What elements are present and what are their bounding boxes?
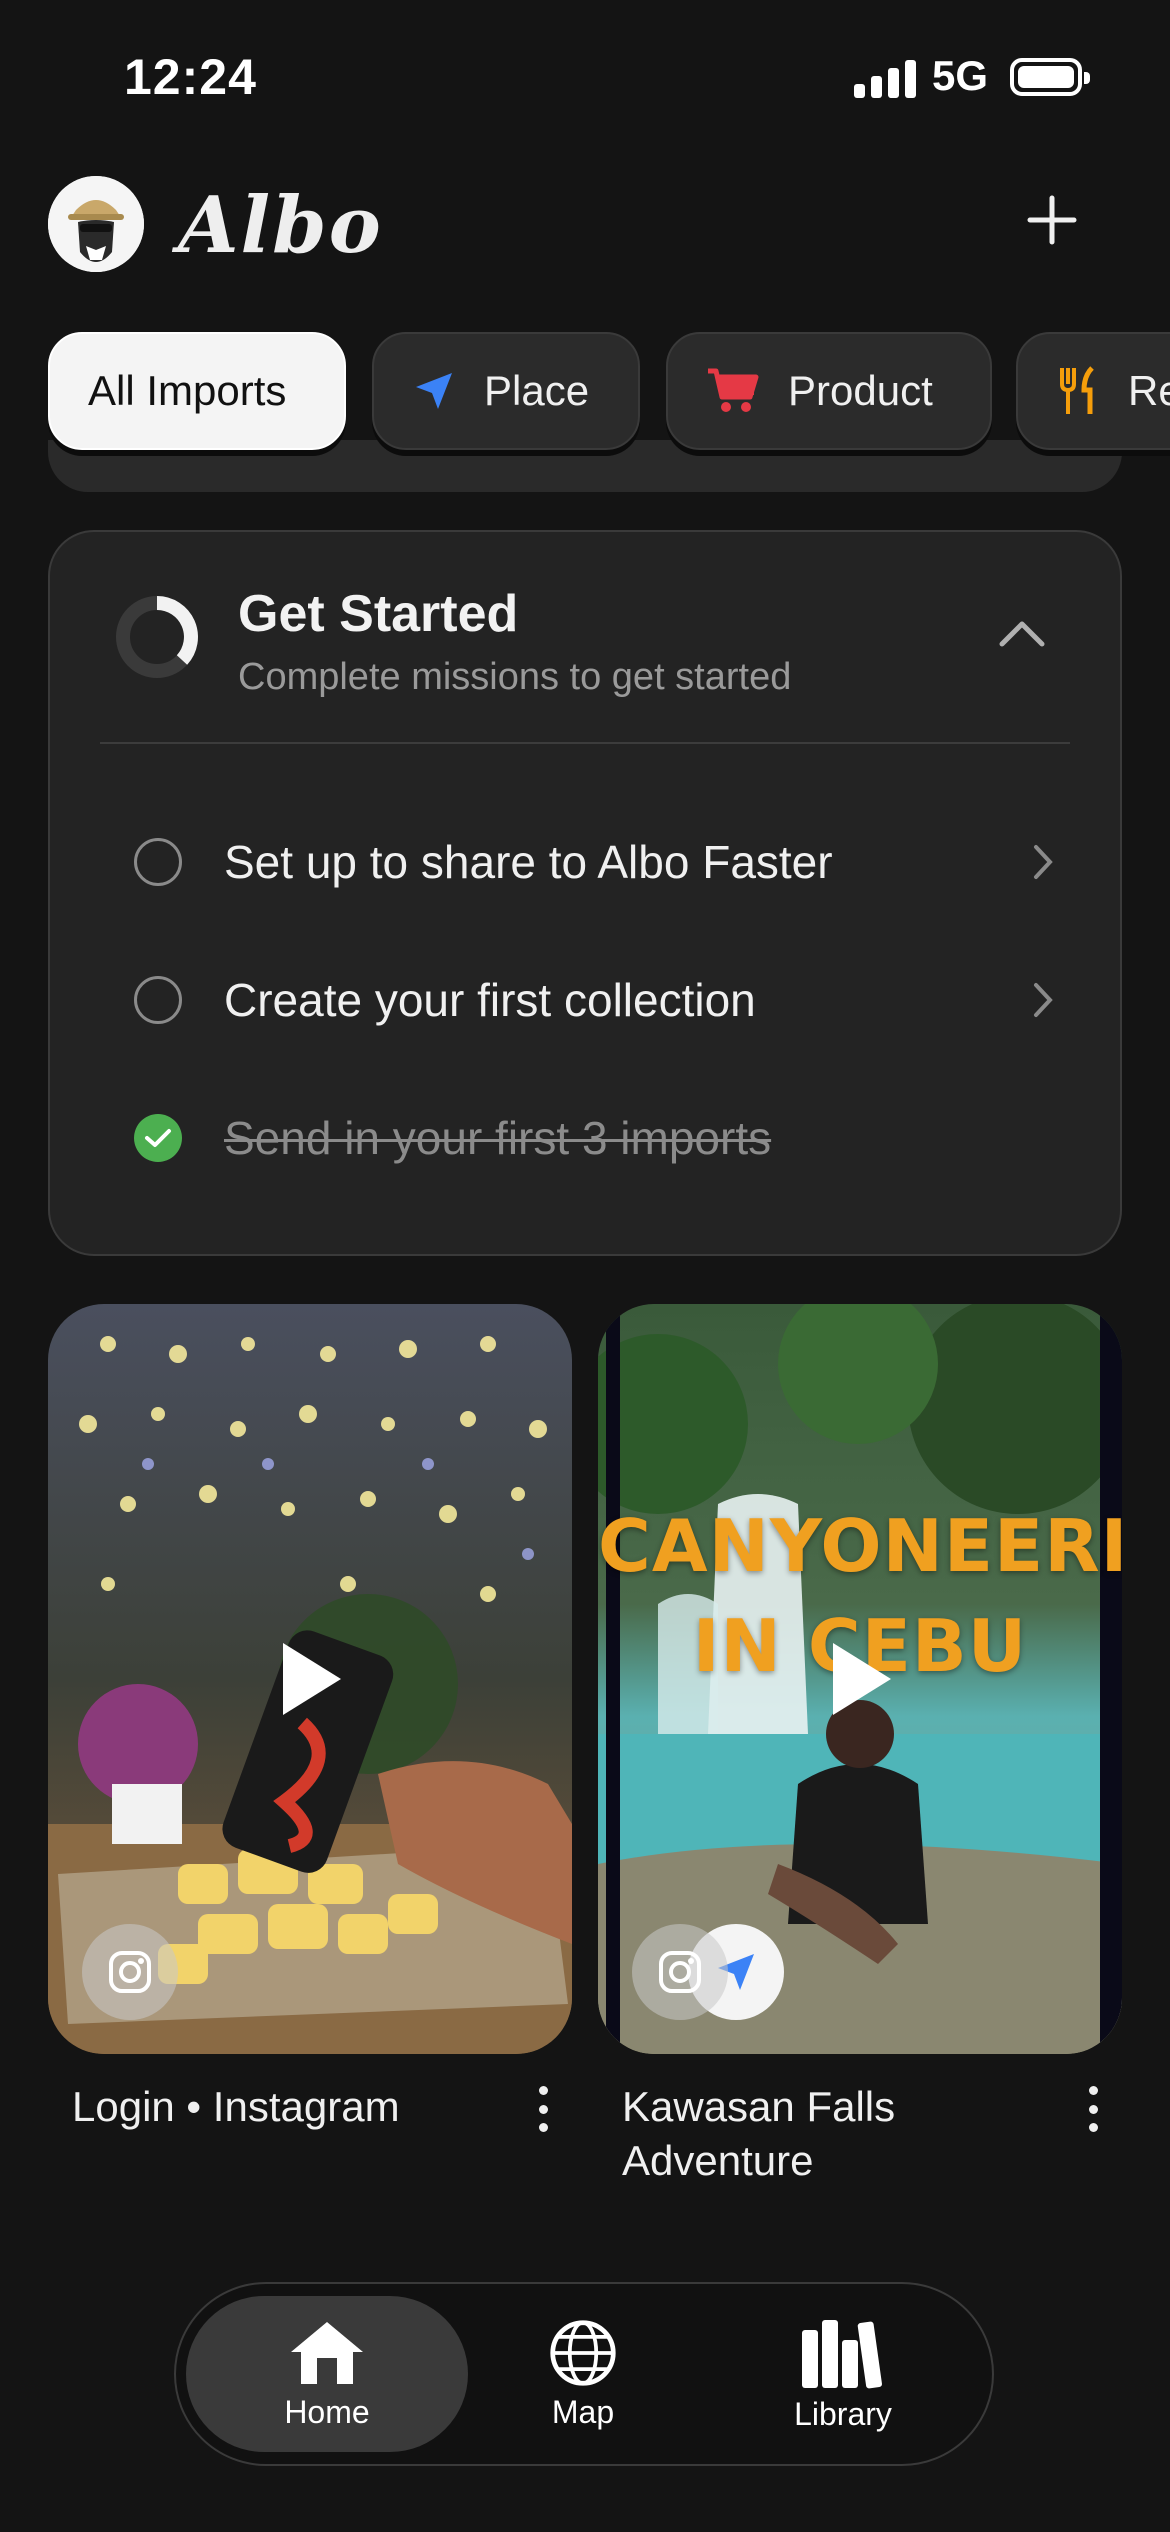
import-thumbnail-kawasan[interactable]: CANYONEERING IN CEBU — [598, 1304, 1122, 2054]
battery-icon — [1010, 58, 1090, 96]
status-time: 12:24 — [124, 49, 257, 105]
network-type: 5G — [932, 52, 989, 99]
task-first-collection[interactable]: Create your first collection — [134, 960, 1074, 1040]
tab-label: Home — [284, 2393, 370, 2430]
task-label: Send in your first 3 imports — [224, 1112, 772, 1164]
library-icon — [802, 2319, 882, 2388]
chevron-right-icon — [1034, 983, 1053, 1017]
chip-all-imports[interactable]: All Imports — [48, 332, 346, 450]
tab-label: Library — [794, 2395, 892, 2432]
chevron-right-icon — [1034, 845, 1053, 879]
instagram-icon — [82, 1924, 178, 2020]
import-caption[interactable]: Login • Instagram — [72, 2080, 512, 2134]
divider — [100, 742, 1070, 744]
home-icon — [291, 2321, 363, 2384]
globe-icon — [550, 2319, 616, 2386]
avatar[interactable] — [48, 176, 144, 272]
instagram-icon — [632, 1924, 728, 2020]
tab-map[interactable]: Map — [500, 2296, 666, 2452]
get-started-title: Get Started — [238, 585, 519, 643]
fork-knife-icon — [1060, 366, 1094, 414]
chip-restaurant[interactable]: Re — [1016, 332, 1170, 450]
get-started-subtitle: Complete missions to get started — [238, 656, 792, 698]
chip-label: All Imports — [88, 367, 287, 414]
play-icon[interactable] — [275, 1639, 345, 1719]
collapse-chevron-icon[interactable] — [996, 614, 1048, 650]
app-logo: Albo — [178, 180, 383, 271]
task-label: Create your first collection — [224, 974, 756, 1026]
more-options-icon[interactable] — [1086, 2086, 1100, 2132]
check-icon — [134, 1114, 182, 1162]
tab-label: Map — [551, 2393, 615, 2430]
chip-place[interactable]: Place — [372, 332, 640, 450]
task-checkbox — [134, 976, 182, 1024]
task-checkbox — [134, 838, 182, 886]
tab-library[interactable]: Library — [760, 2296, 926, 2452]
chip-product[interactable]: Product — [666, 332, 992, 450]
chip-label: Re — [1128, 367, 1170, 414]
progress-ring-icon — [116, 596, 198, 678]
more-options-icon[interactable] — [536, 2086, 550, 2132]
chip-label: Product — [788, 367, 933, 414]
overlay-title-line1: CANYONEERING — [598, 1504, 1122, 1588]
add-button[interactable] — [1020, 188, 1084, 252]
tab-home[interactable]: Home — [186, 2296, 468, 2452]
task-label: Set up to share to Albo Faster — [224, 836, 833, 888]
filter-chips: All Imports Place Product Re — [48, 332, 1170, 460]
task-share-faster[interactable]: Set up to share to Albo Faster — [134, 822, 1074, 902]
play-icon[interactable] — [825, 1639, 895, 1719]
signal-icon — [854, 58, 916, 98]
task-first-imports: Send in your first 3 imports — [134, 1098, 1074, 1178]
import-caption[interactable]: Kawasan Falls Adventure — [622, 2080, 962, 2188]
shopping-cart-icon — [708, 368, 759, 412]
chip-label: Place — [484, 367, 590, 414]
import-thumbnail-instagram[interactable] — [48, 1304, 572, 2054]
navigation-arrow-icon — [416, 373, 452, 409]
